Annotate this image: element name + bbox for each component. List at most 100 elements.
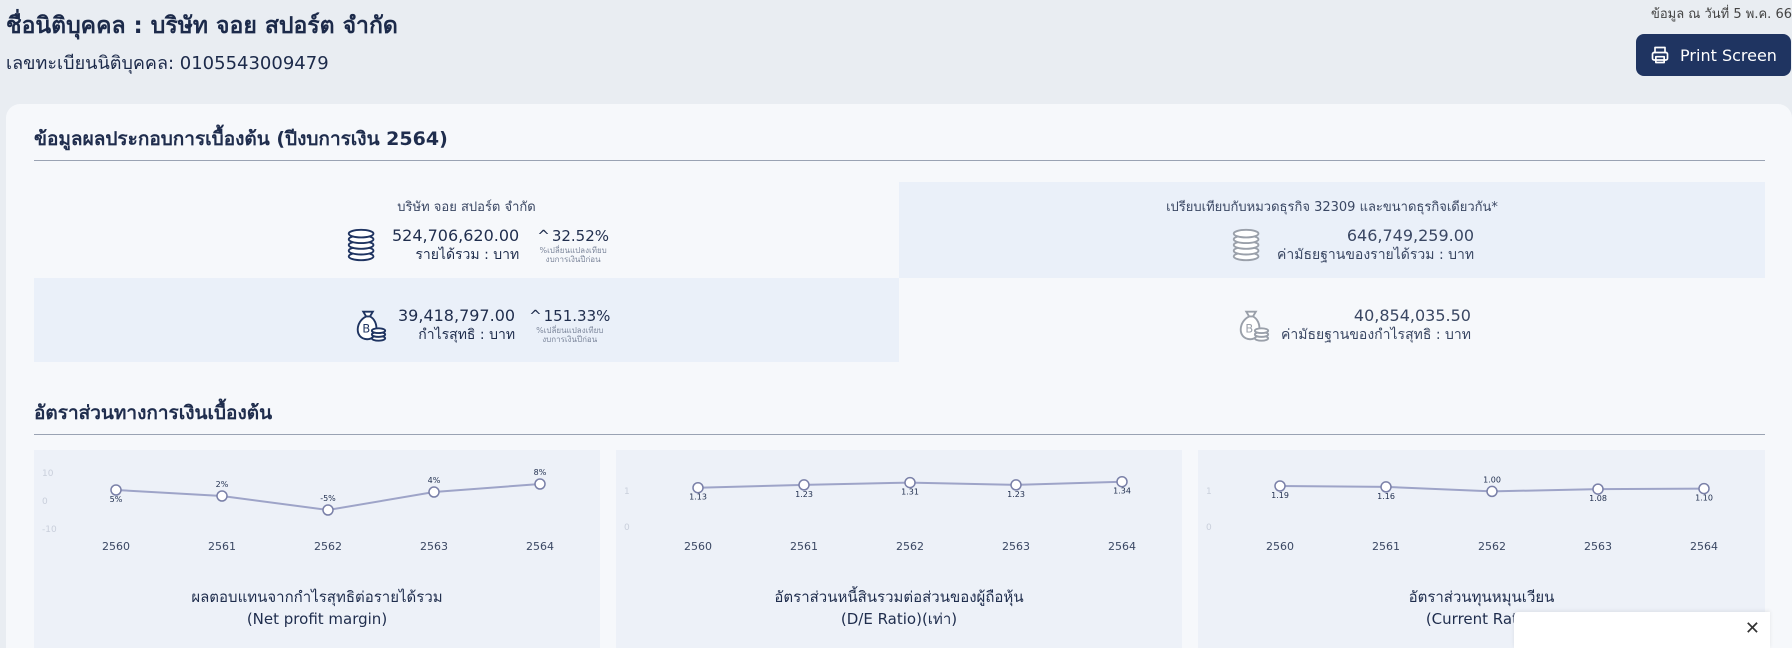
median-revenue-metric: 646,749,259.00 ค่ามัธยฐานของรายได้รวม : … xyxy=(1229,226,1474,264)
y-tick-label: 1 xyxy=(1206,487,1212,497)
notification-toast: ✕ xyxy=(1514,612,1770,648)
data-label: 1.34 xyxy=(1113,487,1131,496)
chart-svg: 1 0 1.19 2560 1.16 2561 1.00 2562 1.08 2563 1.10 25… xyxy=(1206,475,1718,553)
x-tick-label: 2564 xyxy=(1108,540,1136,553)
registration-number: เลขทะเบียนนิติบุคคล: 0105543009479 xyxy=(6,53,329,74)
data-label: 1.31 xyxy=(901,488,919,497)
profit-change: 151.33% xyxy=(543,307,611,325)
data-point xyxy=(110,484,122,496)
median-profit-value: 40,854,035.50 xyxy=(1353,306,1471,325)
y-tick-label: 0 xyxy=(1206,523,1212,533)
chart-title-line1: อัตราส่วนทุนหมุนเวียน xyxy=(1408,588,1555,606)
data-point xyxy=(1486,485,1498,498)
data-point xyxy=(798,479,810,491)
x-tick-label: 2560 xyxy=(102,540,130,553)
data-label: 4% xyxy=(428,476,441,485)
coins-icon xyxy=(1232,228,1260,262)
company-revenue-tile: บริษัท จอย สปอร์ต จำกัด 524,706,620.00 ร… xyxy=(34,182,899,278)
median-profit-tile: B 40,854,035.50 ค่ามัธยฐานของกำไรสุทธิ :… xyxy=(899,278,1765,362)
median-revenue-value: 646,749,259.00 xyxy=(1346,226,1475,245)
x-tick-label: 2562 xyxy=(896,540,924,553)
net-profit-margin-chart: 10 0 -10 5% 2560 2% 2561 -5% 2562 4% 2563 8% 2564 ผล… xyxy=(34,450,600,648)
x-tick-label: 2561 xyxy=(208,540,236,553)
data-point xyxy=(322,504,334,516)
y-tick-label: 0 xyxy=(624,523,630,533)
x-tick-label: 2563 xyxy=(420,540,448,553)
company-name: ชื่อนิติบุคคล : บริษัท จอย สปอร์ต จำกัด xyxy=(6,13,398,39)
arrow-up-icon: ^ xyxy=(529,307,542,325)
close-icon[interactable]: ✕ xyxy=(1745,618,1760,639)
x-tick-label: 2563 xyxy=(1584,540,1612,553)
data-point xyxy=(1380,481,1392,493)
revenue-change: 32.52% xyxy=(551,227,610,245)
data-point xyxy=(216,490,228,502)
data-as-of-date: ข้อมูล ณ วันที่ 5 พ.ค. 66 xyxy=(1650,7,1792,22)
median-revenue-unit: ค่ามัธยฐานของรายได้รวม : บาท xyxy=(1277,247,1475,263)
money-bag-icon: B xyxy=(356,310,387,342)
print-screen-button[interactable]: Print Screen xyxy=(1636,34,1791,76)
data-point xyxy=(428,486,440,498)
profit-unit: กำไรสุทธิ : บาท xyxy=(418,327,516,343)
data-point xyxy=(1010,479,1022,491)
x-tick-label: 2564 xyxy=(1690,540,1718,553)
median-profit-metric: B 40,854,035.50 ค่ามัธยฐานของกำไรสุทธิ :… xyxy=(1233,306,1471,344)
data-label: 2% xyxy=(216,480,229,489)
change-note: %เปลี่ยนแปลงเทียบ xyxy=(539,246,607,255)
x-tick-label: 2564 xyxy=(526,540,554,553)
print-screen-label: Print Screen xyxy=(1680,45,1777,65)
money-bag-icon: B xyxy=(1239,310,1270,342)
change-note: งบการเงินปีก่อน xyxy=(545,255,601,264)
data-point xyxy=(1116,475,1128,488)
revenue-metric: 524,706,620.00 รายได้รวม : บาท ^ 32.52% %… xyxy=(344,226,609,264)
chart-title-line2: (D/E Ratio)(เท่า) xyxy=(840,610,958,628)
company-caption: บริษัท จอย สปอร์ต จำกัด xyxy=(397,200,536,215)
data-label: 1.00 xyxy=(1483,475,1501,484)
svg-text:B: B xyxy=(362,322,370,336)
chart-title-line1: ผลตอบแทนจากกำไรสุทธิต่อรายได้รวม xyxy=(191,588,443,606)
de-ratio-chart: 1 0 1.13 2560 1.23 2561 1.31 2562 1.23 2563 1.34 25… xyxy=(616,450,1182,648)
x-tick-label: 2561 xyxy=(1372,540,1400,553)
y-tick-label: -10 xyxy=(42,525,57,535)
data-point xyxy=(904,476,916,489)
data-label: 1.08 xyxy=(1589,494,1607,503)
x-tick-label: 2563 xyxy=(1002,540,1030,553)
profit-value: 39,418,797.00 xyxy=(398,306,516,325)
chart-title-line1: อัตราส่วนหนี้สินรวมต่อส่วนของผู้ถือหุ้น xyxy=(774,588,1024,606)
arrow-up-icon: ^ xyxy=(537,227,550,245)
x-tick-label: 2562 xyxy=(314,540,342,553)
x-tick-label: 2560 xyxy=(1266,540,1294,553)
data-point xyxy=(692,481,704,494)
data-label: 1.13 xyxy=(689,493,707,502)
x-tick-label: 2562 xyxy=(1478,540,1506,553)
chart-svg: 10 0 -10 5% 2560 2% 2561 -5% 2562 4% 2563 8% 2564 xyxy=(42,468,554,553)
svg-text:B: B xyxy=(1245,322,1253,336)
performance-section-title: ข้อมูลผลประกอบการเบื้องต้น (ปีงบการเงิน … xyxy=(34,128,448,150)
y-tick-label: 1 xyxy=(624,487,630,497)
data-point xyxy=(1274,480,1286,492)
y-tick-label: 0 xyxy=(42,497,48,507)
x-tick-label: 2560 xyxy=(684,540,712,553)
data-label: 1.23 xyxy=(795,490,813,499)
page-header: ชื่อนิติบุคคล : บริษัท จอย สปอร์ต จำกัด … xyxy=(0,0,1792,100)
revenue-unit: รายได้รวม : บาท xyxy=(415,247,520,263)
median-profit-unit: ค่ามัธยฐานของกำไรสุทธิ : บาท xyxy=(1281,327,1471,343)
change-note: งบการเงินปีก่อน xyxy=(542,335,598,344)
data-label: 8% xyxy=(534,468,547,477)
section-divider xyxy=(34,434,1765,435)
profit-metric: B 39,418,797.00 กำไรสุทธิ : บาท ^ 151.33%… xyxy=(350,306,610,344)
data-point xyxy=(1698,482,1710,495)
change-note: %เปลี่ยนแปลงเทียบ xyxy=(536,326,604,335)
compare-caption: เปรียบเทียบกับหมวดธุรกิจ 32309 และขนาดธุ… xyxy=(1166,200,1498,215)
chart-svg: 1 0 1.13 2560 1.23 2561 1.31 2562 1.23 2563 1.34 25… xyxy=(624,475,1136,553)
ratios-section-title: อัตราส่วนทางการเงินเบื้องต้น xyxy=(34,402,273,424)
data-label: 1.16 xyxy=(1377,492,1395,501)
median-revenue-tile: เปรียบเทียบกับหมวดธุรกิจ 32309 และขนาดธุ… xyxy=(899,182,1765,278)
chart-title-line2: (Net profit margin) xyxy=(246,610,388,628)
printer-icon xyxy=(1651,46,1669,64)
data-label: -5% xyxy=(320,494,336,503)
coins-icon xyxy=(347,228,375,262)
main-card: ข้อมูลผลประกอบการเบื้องต้น (ปีงบการเงิน … xyxy=(6,104,1792,648)
data-label: 1.23 xyxy=(1007,490,1025,499)
y-tick-label: 10 xyxy=(42,469,54,479)
x-tick-label: 2561 xyxy=(790,540,818,553)
